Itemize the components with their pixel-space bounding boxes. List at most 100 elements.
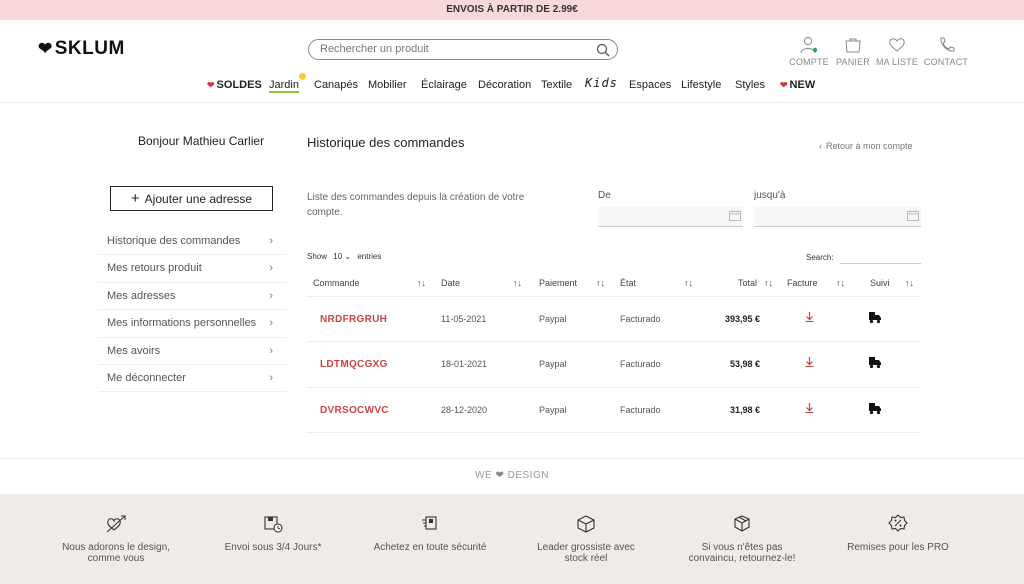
wishlist-button[interactable]: MA LISTE: [874, 36, 920, 67]
feature-pro-discount: Remises pour les PRO: [838, 514, 958, 553]
back-to-account-link[interactable]: ‹ Retour à mon compte: [819, 141, 913, 151]
return-box-icon: [734, 515, 750, 532]
col-suivi[interactable]: Suivi: [870, 278, 890, 288]
calendar-icon[interactable]: [907, 210, 919, 221]
feature-label: Si vous n'êtes pas convaincu, retournez-…: [688, 542, 796, 564]
invoice-download-icon[interactable]: [805, 312, 814, 324]
col-facture[interactable]: Facture: [787, 278, 818, 288]
feature-label: Leader grossiste avec stock réel: [537, 542, 635, 564]
col-etat[interactable]: État: [620, 278, 636, 288]
nav-eclairage[interactable]: Éclairage: [421, 79, 467, 91]
nav-espaces[interactable]: Espaces: [629, 79, 671, 91]
header-actions: COMPTE PANIER MA LISTE CONTACT: [786, 36, 972, 67]
order-payment: Paypal: [539, 314, 567, 324]
nav-mobilier[interactable]: Mobilier: [368, 79, 407, 91]
nav-heart-icon: ❤: [207, 80, 215, 90]
tracking-truck-icon[interactable]: [868, 310, 882, 326]
feature-label: Remises pour les PRO: [847, 542, 949, 553]
date-from-input[interactable]: [598, 207, 743, 227]
greeting: Bonjour Mathieu Carlier: [138, 134, 265, 148]
user-icon: [800, 36, 818, 54]
invoice-download-icon[interactable]: [805, 402, 814, 415]
nav-soldes[interactable]: ❤ SOLDES: [207, 79, 262, 91]
col-label: Total: [738, 278, 758, 288]
col-label: Facture: [787, 278, 818, 288]
date-from-field: De: [598, 190, 743, 227]
search-bar: [308, 39, 618, 60]
chevron-right-icon: ›: [269, 235, 273, 247]
sort-icon[interactable]: ↑↓: [764, 278, 773, 288]
page-title: Historique des commandes: [307, 135, 465, 150]
search-input[interactable]: [320, 43, 590, 55]
col-total[interactable]: Total: [738, 278, 757, 288]
col-date[interactable]: Date: [441, 278, 460, 288]
menu-item-label: Mes informations personnelles: [107, 317, 257, 330]
table-search-input[interactable]: [840, 263, 921, 264]
search-icon[interactable]: [596, 43, 610, 57]
add-address-button[interactable]: + Ajouter une adresse: [110, 186, 273, 211]
promo-banner: ENVOIS À PARTIR DE 2.99€: [0, 0, 1024, 20]
menu-item-label: Mes avoirs: [107, 344, 161, 357]
col-commande[interactable]: Commande: [313, 278, 360, 288]
brand-logo[interactable]: ❤ SKLUM: [38, 38, 125, 60]
nav-lifestyle[interactable]: Lifestyle: [681, 79, 721, 91]
contact-button[interactable]: CONTACT: [921, 36, 971, 67]
date-to-field: jusqu'à: [754, 190, 921, 227]
secure-purchase-icon: [422, 516, 437, 530]
cart-button[interactable]: PANIER: [833, 36, 873, 67]
tracking-truck-icon[interactable]: [868, 355, 882, 371]
date-to-input[interactable]: [754, 207, 921, 227]
col-paiement[interactable]: Paiement: [539, 278, 577, 288]
menu-logout[interactable]: Me déconnecter ›: [98, 365, 287, 393]
nav-jardin[interactable]: Jardin: [269, 73, 306, 93]
sort-icon[interactable]: ↑↓: [684, 278, 693, 288]
tracking-truck-icon[interactable]: [868, 401, 882, 417]
order-code-link[interactable]: LDTMQCGXG: [320, 359, 388, 370]
nav-textile[interactable]: Textile: [541, 79, 572, 91]
nav-canapes[interactable]: Canapés: [314, 79, 358, 91]
grass-decoration: [269, 91, 299, 93]
orders-table: Commande ↑↓ Date ↑↓ Paiement ↑↓ État ↑↓ …: [307, 271, 921, 433]
sort-icon[interactable]: ↑↓: [905, 278, 914, 288]
contact-label: CONTACT: [923, 57, 969, 67]
order-status: Facturado: [620, 314, 661, 324]
entries-label: entries: [357, 252, 382, 261]
nav-kids[interactable]: Kids: [585, 76, 618, 90]
heart-arrow-icon: [106, 515, 126, 533]
heart-icon: ❤: [495, 470, 505, 481]
order-code-link[interactable]: DVRSOCWVC: [320, 405, 389, 416]
menu-personal-info[interactable]: Mes informations personnelles ›: [98, 310, 287, 338]
account-menu: Historique des commandes › Mes retours pr…: [98, 228, 287, 393]
site-header: ❤ SKLUM COMPTE PANIER: [0, 20, 1024, 103]
add-address-label: Ajouter une adresse: [144, 192, 253, 206]
menu-returns[interactable]: Mes retours produit ›: [98, 255, 287, 283]
table-row: LDTMQCGXG 18-01-2021 Paypal Facturado 53…: [307, 342, 921, 388]
menu-credits[interactable]: Mes avoirs ›: [98, 338, 287, 365]
sort-icon[interactable]: ↑↓: [417, 278, 426, 288]
stock-cube-icon: [577, 515, 595, 533]
calendar-icon[interactable]: [729, 210, 741, 221]
feature-label: Nous adorons le design, comme vous: [62, 542, 170, 564]
nav-styles[interactable]: Styles: [735, 79, 765, 91]
invoice-download-icon[interactable]: [805, 357, 814, 369]
nav-new[interactable]: ❤ NEW: [780, 79, 815, 91]
order-date: 18-01-2021: [441, 359, 488, 370]
sort-icon[interactable]: ↑↓: [513, 278, 522, 288]
entries-dropdown[interactable]: 10 ⌄: [333, 252, 351, 261]
chevron-right-icon: ›: [269, 317, 273, 330]
chevron-down-icon: ⌄: [344, 252, 352, 261]
entries-selector: Show 10 ⌄ entries: [307, 252, 381, 261]
col-label: État: [620, 278, 637, 288]
cart-label: PANIER: [835, 57, 871, 67]
feature-shipping: Envoi sous 3/4 Jours*: [213, 514, 333, 553]
nav-decoration[interactable]: Décoration: [478, 79, 531, 91]
account-button[interactable]: COMPTE: [786, 36, 832, 67]
order-total: 393,95 €: [724, 314, 760, 324]
brand-name: SKLUM: [54, 38, 125, 59]
wishlist-label: MA LISTE: [875, 57, 919, 67]
sort-icon[interactable]: ↑↓: [596, 278, 605, 288]
order-code-link[interactable]: NRDFRGRUH: [320, 314, 387, 325]
menu-addresses[interactable]: Mes adresses ›: [98, 283, 287, 311]
menu-order-history[interactable]: Historique des commandes ›: [98, 228, 287, 256]
sort-icon[interactable]: ↑↓: [836, 278, 845, 288]
